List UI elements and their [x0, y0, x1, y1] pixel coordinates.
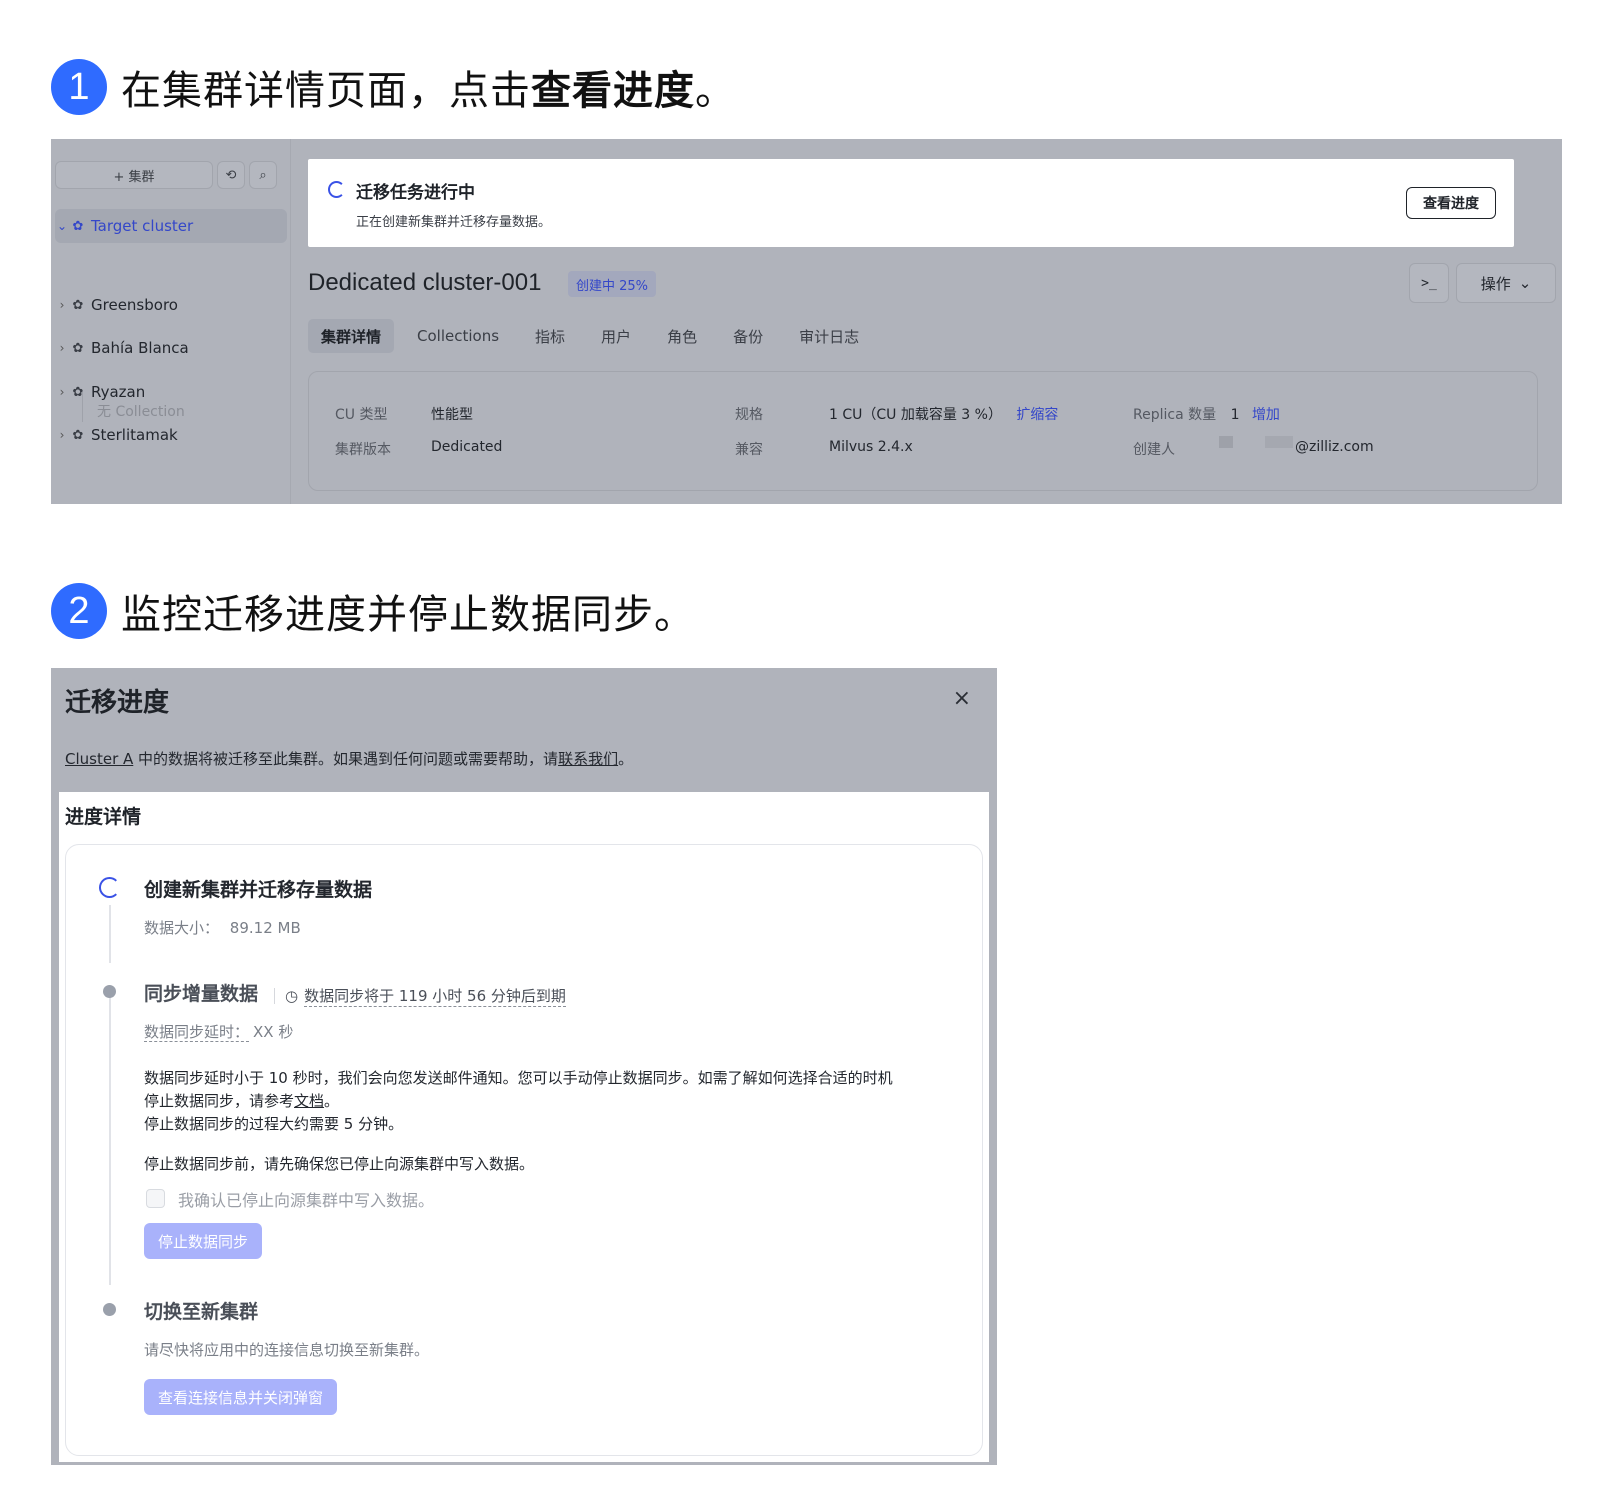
tab-cluster-details[interactable]: 集群详情	[308, 319, 395, 353]
modal-body: 进度详情 创建新集群并迁移存量数据 数据大小： 89.12 MB 同步增量数据 …	[59, 792, 989, 1462]
contact-us-link[interactable]: 联系我们	[558, 750, 618, 768]
step-sync-title: 同步增量数据	[144, 983, 259, 1005]
sidebar-item-sterlitamak[interactable]: › ✿ Sterlitamak	[55, 418, 287, 452]
docs-link[interactable]: 文档	[294, 1092, 324, 1110]
switch-description: 请尽快将应用中的连接信息切换至新集群。	[144, 1341, 430, 1359]
search-icon[interactable]: ⌕	[249, 161, 277, 189]
sync-latency: 数据同步延时： XX 秒	[144, 1023, 294, 1042]
sidebar-item-ryazan[interactable]: › ✿ Ryazan	[55, 375, 287, 409]
creator-label: 创建人	[1133, 442, 1175, 458]
chevron-down-icon[interactable]: ⌄	[55, 219, 69, 233]
confirm-checkbox[interactable]	[146, 1189, 165, 1208]
sync-expire-info: ◷ 数据同步将于 119 小时 56 分钟后到期	[274, 985, 566, 1007]
sync-expire-text: 数据同步将于 119 小时 56 分钟后到期	[304, 987, 566, 1007]
divider	[274, 988, 275, 1004]
step-create-cluster-title: 创建新集群并迁移存量数据	[144, 879, 373, 901]
progress-steps-card: 创建新集群并迁移存量数据 数据大小： 89.12 MB 同步增量数据 ◷ 数据同…	[65, 844, 983, 1456]
chevron-right-icon[interactable]: ›	[55, 298, 69, 312]
step-pending-dot	[103, 1303, 116, 1316]
add-cluster-button[interactable]: + 集群	[55, 161, 213, 189]
cu-type-value: 性能型	[431, 407, 473, 423]
replica-label: Replica 数量	[1133, 407, 1217, 423]
tab-backups[interactable]: 备份	[720, 319, 776, 353]
sync-instructions: 数据同步延时小于 10 秒时，我们会向您发送邮件通知。您可以手动停止数据同步。如…	[144, 1069, 893, 1133]
refresh-icon[interactable]: ⟲	[217, 161, 245, 189]
spec-value: 1 CU（CU 加载容量 3 %）	[829, 407, 1002, 423]
view-connection-close-button[interactable]: 查看连接信息并关闭弹窗	[144, 1379, 338, 1415]
migration-banner: 迁移任务进行中 正在创建新集群并迁移存量数据。 查看进度	[308, 159, 1514, 247]
sync-warning: 停止数据同步前，请先确保您已停止向源集群中写入数据。	[144, 1155, 535, 1173]
cluster-title: Dedicated cluster-001	[308, 269, 542, 296]
cluster-tabs: 集群详情 Collections 指标 用户 角色 备份 审计日志	[308, 319, 882, 353]
sidebar-item-greensboro[interactable]: › ✿ Greensboro	[55, 288, 287, 322]
cluster-icon: ✿	[72, 340, 84, 356]
banner-title: 迁移任务进行中	[356, 183, 475, 203]
tab-users[interactable]: 用户	[588, 319, 644, 353]
creator-value: @zilliz.com	[1295, 439, 1374, 455]
sidebar: + 集群 ⟲ ⌕ ⌄ ✿ Target cluster 无 Collection…	[51, 139, 291, 504]
chevron-down-icon: ⌄	[1518, 274, 1532, 292]
operations-label: 操作	[1480, 274, 1511, 293]
tab-collections[interactable]: Collections	[404, 319, 512, 353]
migration-progress-modal: 迁移进度 × Cluster A 中的数据将被迁移至此集群。如果遇到任何问题或需…	[51, 668, 997, 1465]
step-1-text: 在集群详情页面，点击查看进度。	[121, 68, 736, 114]
close-icon[interactable]: ×	[953, 686, 971, 711]
step-pending-dot	[103, 985, 116, 998]
operations-button[interactable]: 操作 ⌄	[1456, 263, 1556, 303]
tab-audit-log[interactable]: 审计日志	[786, 319, 872, 353]
loading-spinner-icon	[328, 181, 345, 198]
spec-label: 规格	[735, 407, 763, 423]
modal-description: Cluster A 中的数据将被迁移至此集群。如果遇到任何问题或需要帮助，请联系…	[65, 750, 634, 768]
step-number-badge: 2	[51, 583, 107, 639]
step-2-text: 监控迁移进度并停止数据同步。	[121, 592, 695, 638]
tab-roles[interactable]: 角色	[654, 319, 710, 353]
step-connector	[109, 997, 111, 1285]
step-connector	[109, 905, 111, 963]
sidebar-item-bahia-blanca[interactable]: › ✿ Bahía Blanca	[55, 331, 287, 365]
chevron-right-icon[interactable]: ›	[55, 428, 69, 442]
cluster-icon: ✿	[72, 384, 84, 400]
progress-details-title: 进度详情	[65, 806, 142, 828]
redacted-block	[1219, 436, 1233, 448]
add-replica-link[interactable]: 增加	[1252, 407, 1280, 423]
cu-type-label: CU 类型	[335, 407, 388, 423]
sidebar-item-label: Sterlitamak	[91, 426, 178, 444]
cluster-detail-screenshot: + 集群 ⟲ ⌕ ⌄ ✿ Target cluster 无 Collection…	[51, 139, 1562, 504]
compat-label: 兼容	[735, 442, 763, 458]
loading-spinner-icon	[99, 877, 120, 898]
redacted-block	[1265, 436, 1293, 448]
cluster-icon: ✿	[72, 218, 84, 234]
cluster-icon: ✿	[72, 297, 84, 313]
view-progress-button[interactable]: 查看进度	[1406, 187, 1496, 219]
cluster-info-card: CU 类型 性能型 集群版本 Dedicated 规格 1 CU（CU 加载容量…	[308, 371, 1538, 491]
clock-icon: ◷	[285, 987, 299, 1005]
replica-value: 1	[1230, 407, 1240, 423]
status-badge: 创建中 25%	[568, 271, 657, 297]
data-size: 数据大小： 89.12 MB	[144, 919, 301, 937]
terminal-button[interactable]: >_	[1409, 263, 1449, 303]
version-value: Dedicated	[431, 439, 503, 455]
scale-link[interactable]: 扩缩容	[1016, 407, 1058, 423]
tab-metrics[interactable]: 指标	[522, 319, 578, 353]
cluster-icon: ✿	[72, 427, 84, 443]
step-switch-title: 切换至新集群	[144, 1301, 259, 1323]
version-label: 集群版本	[335, 442, 391, 458]
sidebar-item-label: Greensboro	[91, 296, 178, 314]
stop-sync-button[interactable]: 停止数据同步	[144, 1223, 263, 1259]
step-1-heading: 1 在集群详情页面，点击查看进度。	[51, 58, 736, 116]
chevron-right-icon[interactable]: ›	[55, 341, 69, 355]
banner-description: 正在创建新集群并迁移存量数据。	[356, 215, 552, 230]
confirm-checkbox-label: 我确认已停止向源集群中写入数据。	[178, 1191, 435, 1210]
source-cluster-link[interactable]: Cluster A	[65, 750, 133, 768]
step-2-heading: 2 监控迁移进度并停止数据同步。	[51, 582, 695, 640]
cluster-main: 迁移任务进行中 正在创建新集群并迁移存量数据。 查看进度 Dedicated c…	[292, 139, 1562, 504]
modal-title: 迁移进度	[65, 688, 170, 718]
sidebar-item-target-cluster[interactable]: ⌄ ✿ Target cluster	[55, 209, 287, 243]
sidebar-item-label: Ryazan	[91, 383, 146, 401]
sidebar-item-label: Bahía Blanca	[91, 339, 189, 357]
chevron-right-icon[interactable]: ›	[55, 385, 69, 399]
step-number-badge: 1	[51, 59, 107, 115]
sidebar-item-label: Target cluster	[91, 217, 194, 235]
compat-value: Milvus 2.4.x	[829, 439, 913, 455]
